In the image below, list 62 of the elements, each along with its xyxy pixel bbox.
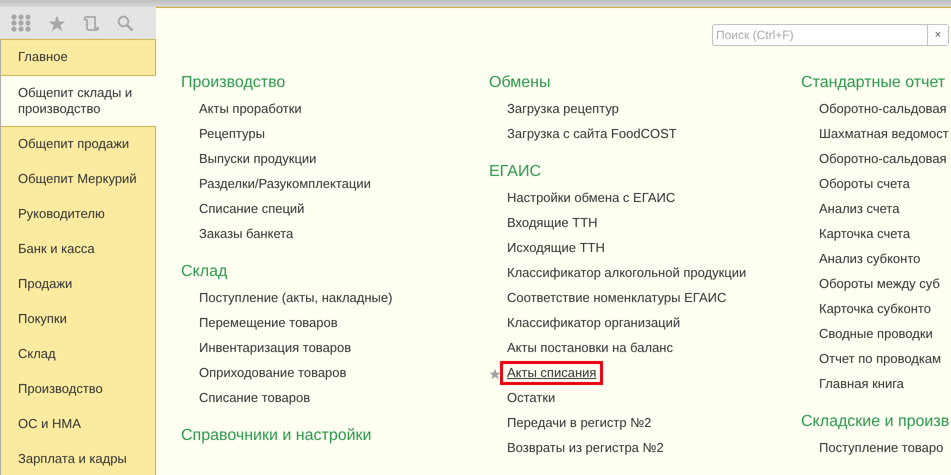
- command-link[interactable]: Обороты счета: [812, 172, 917, 196]
- command-link[interactable]: Загрузка рецептур: [500, 97, 626, 121]
- command-link[interactable]: Шахматная ведомост: [812, 122, 951, 146]
- search-field[interactable]: Поиск (Ctrl+F) ×: [712, 24, 949, 46]
- scroll-icon[interactable]: [83, 14, 100, 32]
- command-link[interactable]: Главная книга: [812, 372, 911, 396]
- command-link[interactable]: Анализ субконто: [812, 247, 928, 271]
- sidebar-item[interactable]: Зарплата и кадры: [0, 442, 155, 475]
- command-link[interactable]: Возвраты из регистра №2: [500, 436, 671, 460]
- clear-button[interactable]: ×: [927, 25, 948, 45]
- command-link[interactable]: Сводные проводки: [812, 322, 940, 346]
- command-link[interactable]: Карточка счета: [812, 222, 918, 246]
- command-link[interactable]: Акты постановки на баланс: [500, 336, 680, 360]
- command-link[interactable]: Поступление товаро: [812, 436, 950, 460]
- command-link[interactable]: Соответствие номенклатуры ЕГАИС: [500, 286, 734, 310]
- section-heading: Складские и произв: [801, 412, 950, 432]
- command-link[interactable]: Списание специй: [192, 197, 312, 221]
- command-link[interactable]: Карточка субконто: [812, 297, 938, 321]
- command-link[interactable]: Акты списания: [500, 361, 604, 385]
- sidebar-item[interactable]: Продажи: [0, 267, 155, 302]
- sidebar-item[interactable]: Склад: [0, 337, 155, 372]
- section-heading: Справочники и настройки: [181, 426, 372, 446]
- command-link[interactable]: Исходящие ТТН: [500, 236, 612, 260]
- sidebar-item[interactable]: Общепит склады и производство: [0, 75, 156, 127]
- search-icon[interactable]: [117, 14, 134, 32]
- sidebar-item[interactable]: Банк и касса: [0, 232, 155, 267]
- command-link[interactable]: Оприходование товаров: [192, 361, 354, 385]
- command-link[interactable]: Остатки: [500, 386, 562, 410]
- command-link[interactable]: Перемещение товаров: [192, 311, 345, 335]
- command-link[interactable]: Поступление (акты, накладные): [192, 286, 400, 310]
- apps-grid-icon[interactable]: [11, 14, 31, 32]
- command-link[interactable]: Передачи в регистр №2: [500, 411, 658, 435]
- command-link[interactable]: Загрузка с сайта FoodCOST: [500, 122, 684, 146]
- command-link[interactable]: Анализ счета: [812, 197, 906, 221]
- sidebar-item[interactable]: Общепит Меркурий: [0, 162, 155, 197]
- command-link[interactable]: Классификатор алкогольной продукции: [500, 261, 754, 285]
- command-link[interactable]: Заказы банкета: [192, 222, 300, 246]
- command-link[interactable]: Выпуски продукции: [192, 147, 324, 171]
- sidebar-item[interactable]: Общепит продажи: [0, 127, 155, 162]
- command-link[interactable]: Рецептуры: [192, 122, 272, 146]
- section-heading: ЕГАИС: [489, 162, 542, 182]
- command-link[interactable]: Разделки/Разукомплектации: [192, 172, 378, 196]
- sidebar-item[interactable]: Руководителю: [0, 197, 155, 232]
- sidebar-item[interactable]: Производство: [0, 372, 155, 407]
- star-icon[interactable]: [489, 368, 501, 380]
- command-link[interactable]: Отчет по проводкам: [812, 347, 948, 371]
- section-heading: Склад: [181, 262, 228, 282]
- command-link[interactable]: Обороты между суб: [812, 272, 947, 296]
- command-link[interactable]: Акты проработки: [192, 97, 309, 121]
- command-link[interactable]: Настройки обмена с ЕГАИС: [500, 186, 682, 210]
- command-link[interactable]: Списание товаров: [192, 386, 318, 410]
- sidebar-item[interactable]: Покупки: [0, 302, 155, 337]
- command-link[interactable]: Классификатор организаций: [500, 311, 688, 335]
- section-heading: Производство: [181, 73, 286, 93]
- command-link[interactable]: Оборотно-сальдовая: [812, 147, 951, 171]
- command-link[interactable]: Входящие ТТН: [500, 211, 605, 235]
- section-heading: Стандартные отчет: [801, 73, 946, 93]
- star-icon[interactable]: [48, 14, 66, 32]
- section-heading: Обмены: [489, 73, 552, 93]
- command-link[interactable]: Инвентаризация товаров: [192, 336, 358, 360]
- command-link[interactable]: Оборотно-сальдовая: [812, 97, 951, 121]
- sidebar-item[interactable]: ОС и НМА: [0, 407, 155, 442]
